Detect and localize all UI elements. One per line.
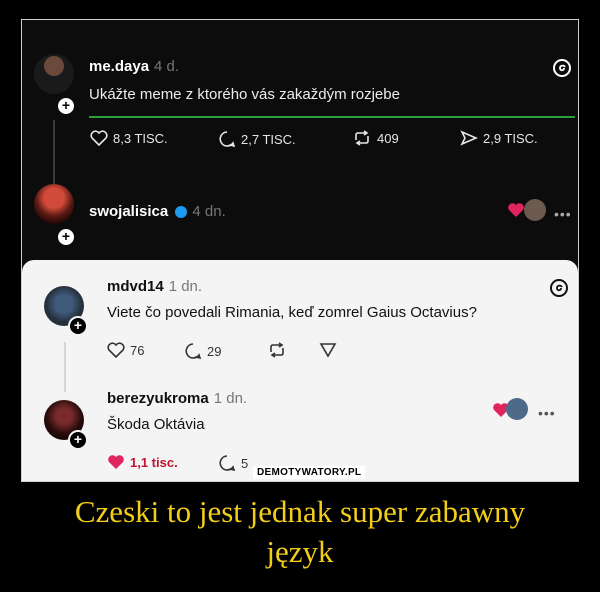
- comment-button[interactable]: 29: [184, 342, 221, 360]
- like-button[interactable]: 76: [107, 342, 144, 358]
- heart-icon: [107, 342, 125, 358]
- heart-icon: [90, 130, 108, 146]
- more-icon[interactable]: •••: [538, 405, 556, 421]
- post-username[interactable]: berezyukroma 1 dn.: [107, 390, 247, 407]
- post-time: 4 d.: [154, 58, 180, 75]
- repost-button[interactable]: [267, 342, 287, 358]
- share-count: 2,9 TISC.: [483, 130, 538, 146]
- follow-plus-icon[interactable]: +: [68, 430, 88, 450]
- follow-plus-icon[interactable]: +: [68, 316, 88, 336]
- comment-button[interactable]: 5: [218, 454, 248, 472]
- heart-icon: [508, 203, 524, 217]
- comment-icon: [219, 455, 236, 472]
- follow-plus-icon[interactable]: +: [56, 227, 76, 247]
- username-text[interactable]: swojalisica: [89, 203, 168, 220]
- dark-thread-section: + me.daya 4 d. Ukážte meme z ktorého vás …: [22, 20, 578, 260]
- share-button[interactable]: [319, 342, 337, 358]
- post-time: 4 dn.: [192, 203, 226, 220]
- thread-line: [64, 342, 66, 392]
- username-text[interactable]: me.daya: [89, 58, 149, 75]
- share-button[interactable]: 2,9 TISC.: [460, 130, 538, 146]
- avatar-me-daya[interactable]: [34, 54, 74, 94]
- post-time: 1 dn.: [168, 278, 203, 295]
- repost-button[interactable]: 409: [352, 130, 399, 146]
- username-text[interactable]: berezyukroma: [107, 390, 209, 407]
- progress-underline: [89, 116, 575, 118]
- post-text: Škoda Oktávia: [107, 416, 205, 433]
- comment-icon: [185, 343, 202, 360]
- like-count: 8,3 TISC.: [113, 130, 168, 146]
- comment-icon: [219, 131, 236, 148]
- avatar-swojalisica[interactable]: [34, 184, 74, 224]
- screenshot-frame: + me.daya 4 d. Ukážte meme z ktorého vás …: [21, 19, 579, 482]
- post-username[interactable]: mdvd14 1 dn.: [107, 278, 202, 295]
- post-username[interactable]: me.daya 4 d.: [89, 58, 179, 75]
- repost-icon: [270, 342, 284, 358]
- caption-line-1: Czeski to jest jednak super zabawny: [74, 494, 526, 529]
- heart-icon: [108, 455, 124, 469]
- comment-button[interactable]: 2,7 TISC.: [218, 130, 296, 148]
- post-text: Ukážte meme z ktorého vás zakaždým rozje…: [89, 86, 400, 103]
- caption: Czeski to jest jednak super zabawny języ…: [0, 492, 600, 572]
- repost-icon: [355, 130, 369, 146]
- follow-plus-icon[interactable]: +: [56, 96, 76, 116]
- comment-count: 29: [207, 343, 222, 359]
- comment-count: 2,7 TISC.: [241, 131, 296, 147]
- like-count: 1,1 tisc.: [130, 454, 178, 470]
- like-button[interactable]: 1,1 tisc.: [107, 454, 178, 470]
- share-icon: [460, 130, 478, 146]
- liked-avatar: [524, 199, 546, 221]
- share-icon: [319, 343, 337, 358]
- like-button[interactable]: 8,3 TISC.: [90, 130, 168, 146]
- watermark: DEMOTYWATORY.PL: [253, 466, 366, 479]
- threads-logo-icon: [553, 59, 571, 77]
- light-thread-section: + mdvd14 1 dn. Viete čo povedali Rimania,…: [22, 260, 578, 481]
- liked-by-avatars: [507, 202, 525, 223]
- liked-avatar: [506, 398, 528, 420]
- post-time: 1 dn.: [213, 390, 248, 407]
- like-count: 76: [130, 342, 145, 358]
- caption-line-2: język: [266, 534, 334, 569]
- more-icon[interactable]: •••: [554, 206, 572, 222]
- repost-count: 409: [377, 130, 399, 146]
- post-username[interactable]: swojalisica 4 dn.: [89, 203, 226, 220]
- username-text[interactable]: mdvd14: [107, 278, 164, 295]
- verified-badge-icon: [175, 206, 188, 219]
- comment-count: 5: [241, 455, 249, 471]
- post-text: Viete čo povedali Rimania, keď zomrel Ga…: [107, 304, 477, 321]
- threads-logo-icon: [550, 279, 568, 297]
